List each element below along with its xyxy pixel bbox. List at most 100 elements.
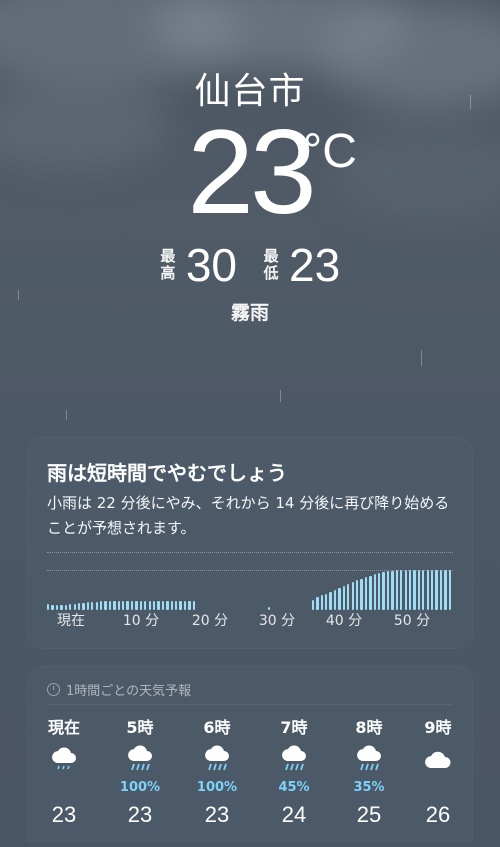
precipitation-bar (100, 601, 103, 610)
precipitation-bar (135, 601, 138, 610)
hour-temperature: 26 (425, 802, 451, 827)
precipitation-bar (157, 601, 160, 610)
precipitation-bar (122, 601, 125, 610)
clock-icon (47, 683, 60, 696)
divider (47, 704, 453, 705)
precipitation-bar (386, 571, 390, 610)
hour-label: 9時 (424, 718, 452, 737)
hour-temperature: 25 (356, 802, 382, 827)
precip-probability: 35% (353, 780, 385, 795)
precipitation-bar (448, 570, 451, 610)
precipitation-bar (430, 570, 434, 610)
hourly-header-label: 1時間ごとの天気予報 (66, 684, 192, 699)
current-temperature: 23 °C (0, 112, 500, 232)
hour-temperature: 24 (281, 802, 307, 827)
axis-label-50min: 50 分 (393, 613, 431, 629)
precipitation-bar (108, 601, 112, 610)
heavy-rain-cloud-icon (182, 740, 252, 780)
precipitation-bar (404, 570, 407, 610)
precipitation-bar (329, 592, 332, 610)
precipitation-bar (77, 603, 81, 610)
precipitation-chart (47, 540, 453, 610)
precipitation-bar (86, 602, 90, 610)
hourly-item[interactable]: 現在 23 (29, 714, 99, 828)
precipitation-bar (382, 572, 385, 610)
precipitation-bar (104, 601, 107, 610)
high-label: 最高 (160, 247, 176, 282)
hourly-item[interactable]: 7時 45% 24 (259, 714, 329, 828)
precipitation-bar (435, 570, 438, 610)
hourly-header: 1時間ごとの天気予報 (47, 680, 191, 699)
precip-probability: 45% (278, 780, 310, 795)
precipitation-bar (342, 586, 346, 610)
precipitation-bar (91, 601, 94, 610)
hourly-forecast-card[interactable]: 1時間ごとの天気予報 現在 23 5時 100% 23 6時 100% 23 7… (27, 666, 473, 842)
hour-label: 5時 (126, 718, 154, 737)
temperature-value: 23 (187, 105, 316, 239)
precipitation-bar (347, 584, 350, 610)
precipitation-bar (417, 570, 421, 610)
precipitation-bar (175, 601, 178, 610)
precipitation-title: 雨は短時間でやむでしょう (47, 461, 287, 485)
hour-temperature: 23 (127, 802, 153, 827)
temperature-unit: °C (303, 125, 357, 178)
precipitation-bar (144, 601, 147, 610)
precipitation-bar (192, 601, 195, 610)
precipitation-bar (139, 601, 143, 610)
hour-label: 6時 (203, 718, 231, 737)
axis-label-40min: 40 分 (325, 613, 363, 629)
hour-label: 現在 (47, 718, 80, 737)
precipitation-bar (113, 601, 116, 610)
high-value: 30 (185, 239, 237, 291)
precipitation-bar (152, 601, 156, 610)
precipitation-bar (311, 600, 315, 610)
weather-condition: 霧雨 (230, 302, 269, 324)
precipitation-bar (126, 601, 129, 610)
axis-label-30min: 30 分 (258, 613, 296, 629)
hour-label: 7時 (280, 718, 308, 737)
precipitation-bar (170, 601, 173, 610)
precipitation-bar (325, 593, 328, 610)
cloud-icon (403, 740, 473, 780)
axis-label-20min: 20 分 (191, 613, 229, 629)
low-label: 最低 (263, 247, 279, 282)
precipitation-bar (117, 601, 120, 610)
hourly-item[interactable]: 8時 35% 25 (334, 714, 404, 828)
precipitation-bar (400, 570, 403, 610)
heavy-rain-cloud-icon (334, 740, 404, 780)
precipitation-bar (426, 570, 429, 610)
precipitation-description: 小雨は 22 分後にやみ、それから 14 分後に再び降り始めることが予想されます… (47, 494, 450, 537)
precipitation-bar (413, 570, 416, 610)
precipitation-bar (373, 574, 376, 610)
precip-probability: 100% (196, 780, 238, 795)
hour-temperature: 23 (204, 802, 230, 827)
precipitation-bar (444, 570, 447, 610)
precipitation-axis: 現在 10 分 20 分 30 分 40 分 50 分 (47, 610, 453, 630)
heavy-rain-cloud-icon (105, 740, 175, 780)
precipitation-bar (82, 602, 85, 610)
hourly-item[interactable]: 9時 26 (403, 714, 473, 828)
precipitation-bar (439, 570, 443, 610)
precipitation-bar (378, 573, 381, 610)
hour-temperature: 23 (51, 802, 77, 827)
precipitation-bar (316, 597, 319, 610)
precipitation-bar (422, 570, 425, 610)
precipitation-bar (351, 582, 354, 610)
precipitation-bar (179, 601, 182, 610)
raindrop (66, 410, 67, 420)
precip-probability (403, 780, 473, 796)
heavy-rain-cloud-icon (259, 740, 329, 780)
raindrop (280, 390, 281, 402)
precipitation-bar (166, 601, 169, 610)
hourly-item[interactable]: 6時 100% 23 (182, 714, 252, 828)
precipitation-bar (183, 601, 187, 610)
precipitation-bar (408, 570, 412, 610)
hour-label: 8時 (355, 718, 383, 737)
precipitation-bar (320, 595, 323, 610)
precipitation-bar (355, 580, 359, 610)
raindrop (421, 350, 422, 366)
precipitation-bar (161, 601, 165, 610)
hourly-item[interactable]: 5時 100% 23 (105, 714, 175, 828)
precipitation-bar (130, 601, 134, 610)
precipitation-bar (369, 575, 372, 610)
